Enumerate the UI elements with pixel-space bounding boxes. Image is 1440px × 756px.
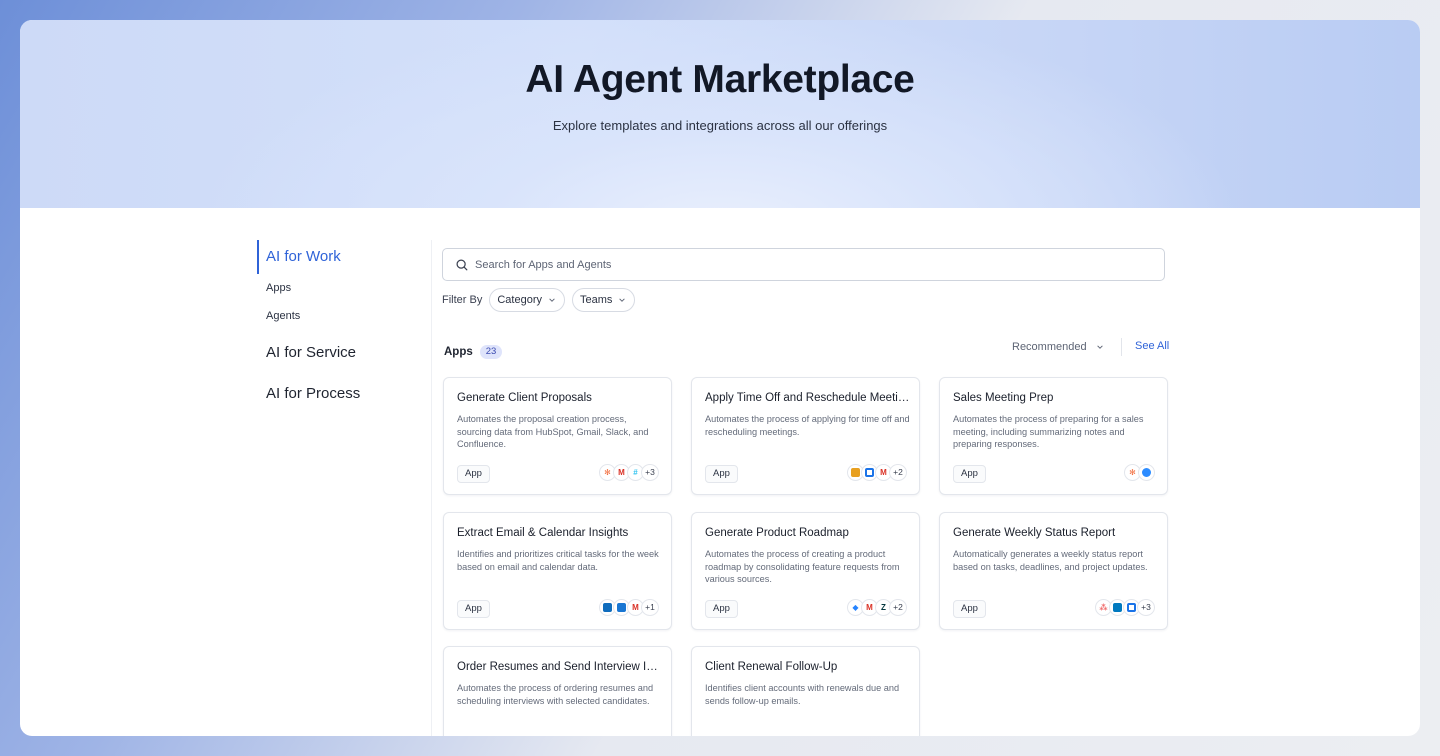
app-window: AI Agent Marketplace Explore templates a… (20, 20, 1420, 736)
card-description: Automates the process of applying for ti… (705, 414, 910, 437)
sidebar-item-ai-for-work[interactable]: AI for Work (257, 240, 427, 274)
sort-label: Recommended (1012, 341, 1087, 353)
card-title: Generate Client Proposals (457, 392, 592, 404)
sidebar-divider (431, 240, 432, 736)
card-description: Automatically generates a weekly status … (953, 549, 1148, 572)
more-integrations-count: +3 (641, 464, 659, 481)
card-type-badge: App (457, 600, 490, 618)
app-card[interactable]: Apply Time Off and Reschedule Meetings A… (691, 377, 920, 495)
app-card[interactable]: Generate Client Proposals Automates the … (443, 377, 672, 495)
filter-row: Filter By Category Teams (442, 288, 642, 312)
card-description: Identifies client accounts with renewals… (705, 683, 900, 706)
card-type-badge: App (953, 465, 986, 483)
card-title: Generate Product Roadmap (705, 527, 849, 539)
sort-dropdown[interactable]: Recommended (1012, 339, 1104, 355)
teams-filter-label: Teams (579, 294, 613, 306)
card-type-badge: App (457, 465, 490, 483)
app-card[interactable]: Client Renewal Follow-Up Identifies clie… (691, 646, 920, 736)
count-badge: 23 (479, 345, 503, 359)
card-description: Automates the process of creating a prod… (705, 549, 900, 584)
app-card[interactable]: Generate Weekly Status Report Automatica… (939, 512, 1168, 630)
integration-icons: ✻ (1124, 464, 1155, 481)
integration-icons: ⁂ +3 (1095, 599, 1155, 616)
sidebar-item-apps[interactable]: Apps (257, 274, 427, 302)
card-type-badge: App (705, 465, 738, 483)
more-integrations-count: +3 (1137, 599, 1155, 616)
more-integrations-count: +2 (889, 464, 907, 481)
see-all-link[interactable]: See All (1135, 340, 1169, 352)
card-type-badge: App (705, 600, 738, 618)
card-type-badge: App (953, 600, 986, 618)
card-description: Automates the proposal creation process,… (457, 414, 649, 449)
category-filter-dropdown[interactable]: Category (489, 288, 565, 312)
card-title: Extract Email & Calendar Insights (457, 527, 629, 539)
page-subtitle: Explore templates and integrations acros… (552, 118, 888, 133)
search-bar[interactable] (442, 248, 1165, 281)
integration-icons: M +1 (599, 599, 659, 616)
card-title: Client Renewal Follow-Up (705, 661, 838, 673)
more-integrations-count: +1 (641, 599, 659, 616)
app-card[interactable]: Sales Meeting Prep Automates the process… (939, 377, 1168, 495)
search-input[interactable] (475, 258, 1155, 271)
sidebar-item-ai-for-service[interactable]: AI for Service (257, 336, 427, 370)
card-title: Sales Meeting Prep (953, 392, 1054, 404)
sidebar-item-ai-for-process[interactable]: AI for Process (257, 377, 427, 411)
zoom-icon (1138, 464, 1155, 481)
integration-icons: M +2 (847, 464, 907, 481)
app-card[interactable]: Generate Product Roadmap Automates the p… (691, 512, 920, 630)
apps-section-header: Apps 23 (444, 345, 503, 359)
app-card[interactable]: Order Resumes and Send Interview Invites… (443, 646, 672, 736)
chevron-down-icon (619, 298, 626, 302)
sort-divider (1121, 338, 1122, 356)
category-filter-label: Category (497, 294, 542, 306)
card-description: Automates the process of ordering resume… (457, 683, 654, 706)
hero-banner: AI Agent Marketplace Explore templates a… (20, 20, 1420, 208)
filter-label: Filter By (442, 294, 483, 306)
card-title: Order Resumes and Send Interview Invites (457, 661, 662, 673)
integration-icons: ✻ M # +3 (599, 464, 659, 481)
teams-filter-dropdown[interactable]: Teams (571, 288, 636, 312)
page-title: AI Agent Marketplace (525, 58, 915, 101)
card-description: Automates the process of preparing for a… (953, 414, 1144, 449)
card-title: Apply Time Off and Reschedule Meetings (705, 392, 910, 404)
card-title: Generate Weekly Status Report (953, 527, 1116, 539)
sidebar-item-agents[interactable]: Agents (257, 302, 427, 330)
app-card[interactable]: Extract Email & Calendar Insights Identi… (443, 512, 672, 630)
more-integrations-count: +2 (889, 599, 907, 616)
sidebar: AI for Work Apps Agents AI for Service A… (257, 240, 427, 411)
search-icon (456, 258, 468, 270)
integration-icons: ◆ M Z +2 (847, 599, 907, 616)
section-title: Apps (444, 346, 473, 358)
chevron-down-icon (549, 298, 555, 302)
chevron-down-icon (1096, 345, 1103, 349)
card-description: Identifies and prioritizes critical task… (457, 549, 659, 572)
